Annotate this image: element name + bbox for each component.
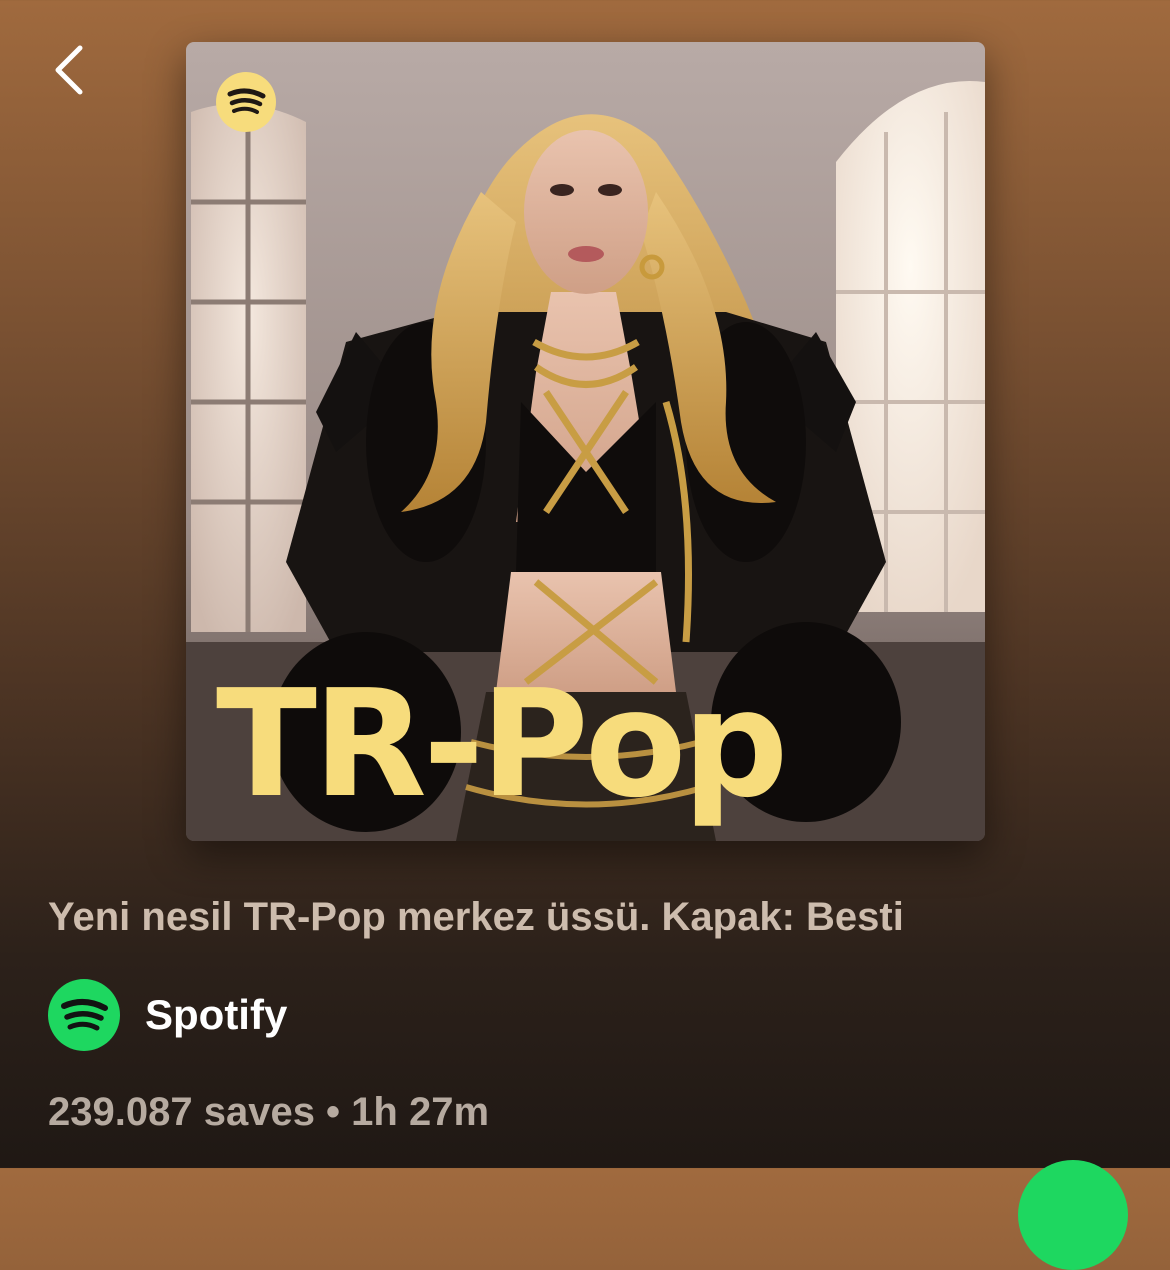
- cover-title: TR-Pop: [216, 658, 788, 830]
- playlist-cover-art: TR-Pop: [186, 42, 985, 841]
- play-button[interactable]: [1018, 1160, 1128, 1270]
- playlist-description: Yeni nesil TR-Pop merkez üssü. Kapak: Be…: [48, 895, 904, 939]
- back-button[interactable]: [38, 38, 102, 102]
- playlist-meta: 239.087 saves • 1h 27m: [48, 1090, 490, 1134]
- spotify-logo-icon: [48, 979, 120, 1051]
- chevron-left-icon: [55, 45, 83, 95]
- playlist-owner[interactable]: Spotify: [48, 978, 287, 1052]
- spotify-logo-icon: [216, 72, 276, 132]
- owner-name: Spotify: [145, 991, 288, 1038]
